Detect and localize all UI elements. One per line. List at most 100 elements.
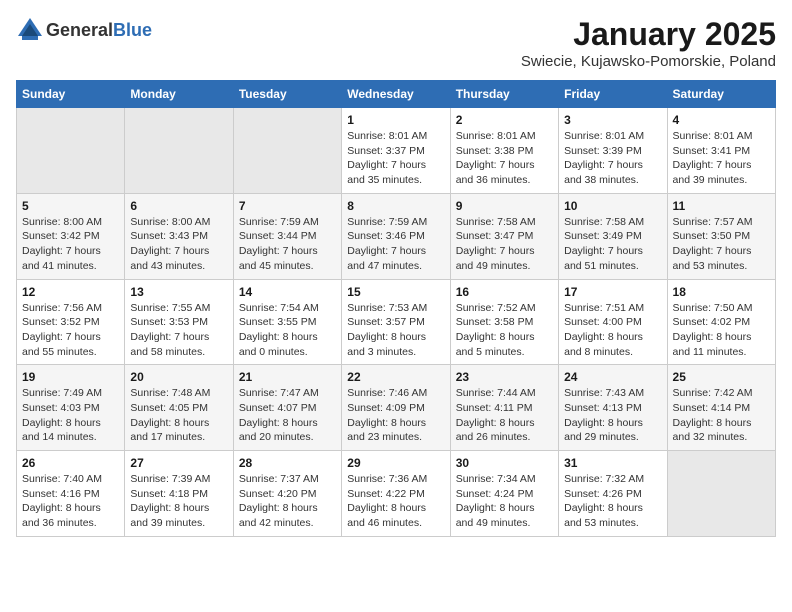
- day-number: 8: [347, 199, 444, 213]
- day-number: 1: [347, 113, 444, 127]
- day-info: Sunrise: 8:00 AMSunset: 3:43 PMDaylight:…: [130, 216, 210, 272]
- calendar-cell: [233, 108, 341, 194]
- day-info: Sunrise: 7:44 AMSunset: 4:11 PMDaylight:…: [456, 387, 536, 443]
- calendar-cell: [125, 108, 233, 194]
- day-info: Sunrise: 7:48 AMSunset: 4:05 PMDaylight:…: [130, 387, 210, 443]
- day-info: Sunrise: 7:55 AMSunset: 3:53 PMDaylight:…: [130, 302, 210, 358]
- calendar-cell: 3 Sunrise: 8:01 AMSunset: 3:39 PMDayligh…: [559, 108, 667, 194]
- day-number: 16: [456, 285, 553, 299]
- day-number: 19: [22, 370, 119, 384]
- day-info: Sunrise: 7:36 AMSunset: 4:22 PMDaylight:…: [347, 473, 427, 529]
- calendar-cell: 19 Sunrise: 7:49 AMSunset: 4:03 PMDaylig…: [17, 365, 125, 451]
- day-number: 14: [239, 285, 336, 299]
- calendar-cell: 9 Sunrise: 7:58 AMSunset: 3:47 PMDayligh…: [450, 193, 558, 279]
- day-info: Sunrise: 7:56 AMSunset: 3:52 PMDaylight:…: [22, 302, 102, 358]
- calendar-cell: [17, 108, 125, 194]
- day-info: Sunrise: 7:49 AMSunset: 4:03 PMDaylight:…: [22, 387, 102, 443]
- day-number: 29: [347, 456, 444, 470]
- day-number: 5: [22, 199, 119, 213]
- weekday-header-saturday: Saturday: [667, 81, 775, 108]
- day-number: 26: [22, 456, 119, 470]
- day-number: 6: [130, 199, 227, 213]
- day-info: Sunrise: 7:59 AMSunset: 3:46 PMDaylight:…: [347, 216, 427, 272]
- day-number: 30: [456, 456, 553, 470]
- day-info: Sunrise: 8:01 AMSunset: 3:38 PMDaylight:…: [456, 130, 536, 186]
- day-number: 18: [673, 285, 770, 299]
- day-info: Sunrise: 7:53 AMSunset: 3:57 PMDaylight:…: [347, 302, 427, 358]
- day-number: 20: [130, 370, 227, 384]
- day-number: 9: [456, 199, 553, 213]
- calendar-cell: 16 Sunrise: 7:52 AMSunset: 3:58 PMDaylig…: [450, 279, 558, 365]
- page-header: GeneralBlue January 2025 Swiecie, Kujaws…: [16, 16, 776, 70]
- calendar-cell: 7 Sunrise: 7:59 AMSunset: 3:44 PMDayligh…: [233, 193, 341, 279]
- day-info: Sunrise: 7:52 AMSunset: 3:58 PMDaylight:…: [456, 302, 536, 358]
- day-info: Sunrise: 7:58 AMSunset: 3:49 PMDaylight:…: [564, 216, 644, 272]
- day-number: 10: [564, 199, 661, 213]
- calendar-cell: [667, 451, 775, 537]
- day-number: 25: [673, 370, 770, 384]
- day-info: Sunrise: 7:34 AMSunset: 4:24 PMDaylight:…: [456, 473, 536, 529]
- day-info: Sunrise: 7:47 AMSunset: 4:07 PMDaylight:…: [239, 387, 319, 443]
- logo-text: GeneralBlue: [46, 20, 152, 41]
- day-info: Sunrise: 7:42 AMSunset: 4:14 PMDaylight:…: [673, 387, 753, 443]
- day-number: 23: [456, 370, 553, 384]
- day-number: 24: [564, 370, 661, 384]
- calendar-cell: 14 Sunrise: 7:54 AMSunset: 3:55 PMDaylig…: [233, 279, 341, 365]
- day-info: Sunrise: 7:54 AMSunset: 3:55 PMDaylight:…: [239, 302, 319, 358]
- day-number: 15: [347, 285, 444, 299]
- calendar-week-5: 26 Sunrise: 7:40 AMSunset: 4:16 PMDaylig…: [17, 451, 776, 537]
- day-number: 7: [239, 199, 336, 213]
- calendar-cell: 30 Sunrise: 7:34 AMSunset: 4:24 PMDaylig…: [450, 451, 558, 537]
- calendar-cell: 21 Sunrise: 7:47 AMSunset: 4:07 PMDaylig…: [233, 365, 341, 451]
- day-info: Sunrise: 7:39 AMSunset: 4:18 PMDaylight:…: [130, 473, 210, 529]
- day-info: Sunrise: 8:00 AMSunset: 3:42 PMDaylight:…: [22, 216, 102, 272]
- calendar-week-1: 1 Sunrise: 8:01 AMSunset: 3:37 PMDayligh…: [17, 108, 776, 194]
- calendar-cell: 12 Sunrise: 7:56 AMSunset: 3:52 PMDaylig…: [17, 279, 125, 365]
- weekday-header-wednesday: Wednesday: [342, 81, 450, 108]
- day-info: Sunrise: 7:59 AMSunset: 3:44 PMDaylight:…: [239, 216, 319, 272]
- calendar-cell: 13 Sunrise: 7:55 AMSunset: 3:53 PMDaylig…: [125, 279, 233, 365]
- logo: GeneralBlue: [16, 16, 152, 44]
- day-info: Sunrise: 7:57 AMSunset: 3:50 PMDaylight:…: [673, 216, 753, 272]
- day-info: Sunrise: 7:43 AMSunset: 4:13 PMDaylight:…: [564, 387, 644, 443]
- calendar-cell: 5 Sunrise: 8:00 AMSunset: 3:42 PMDayligh…: [17, 193, 125, 279]
- day-number: 12: [22, 285, 119, 299]
- weekday-header-sunday: Sunday: [17, 81, 125, 108]
- day-info: Sunrise: 7:37 AMSunset: 4:20 PMDaylight:…: [239, 473, 319, 529]
- calendar-subtitle: Swiecie, Kujawsko-Pomorskie, Poland: [521, 53, 776, 70]
- day-number: 3: [564, 113, 661, 127]
- calendar-cell: 4 Sunrise: 8:01 AMSunset: 3:41 PMDayligh…: [667, 108, 775, 194]
- calendar-cell: 18 Sunrise: 7:50 AMSunset: 4:02 PMDaylig…: [667, 279, 775, 365]
- calendar-cell: 10 Sunrise: 7:58 AMSunset: 3:49 PMDaylig…: [559, 193, 667, 279]
- calendar-cell: 1 Sunrise: 8:01 AMSunset: 3:37 PMDayligh…: [342, 108, 450, 194]
- day-number: 4: [673, 113, 770, 127]
- day-info: Sunrise: 8:01 AMSunset: 3:39 PMDaylight:…: [564, 130, 644, 186]
- calendar-cell: 8 Sunrise: 7:59 AMSunset: 3:46 PMDayligh…: [342, 193, 450, 279]
- calendar-cell: 31 Sunrise: 7:32 AMSunset: 4:26 PMDaylig…: [559, 451, 667, 537]
- calendar-cell: 2 Sunrise: 8:01 AMSunset: 3:38 PMDayligh…: [450, 108, 558, 194]
- calendar-title: January 2025: [521, 16, 776, 53]
- calendar-cell: 26 Sunrise: 7:40 AMSunset: 4:16 PMDaylig…: [17, 451, 125, 537]
- calendar-cell: 17 Sunrise: 7:51 AMSunset: 4:00 PMDaylig…: [559, 279, 667, 365]
- calendar-cell: 6 Sunrise: 8:00 AMSunset: 3:43 PMDayligh…: [125, 193, 233, 279]
- calendar-cell: 27 Sunrise: 7:39 AMSunset: 4:18 PMDaylig…: [125, 451, 233, 537]
- day-number: 27: [130, 456, 227, 470]
- weekday-header-friday: Friday: [559, 81, 667, 108]
- calendar-cell: 29 Sunrise: 7:36 AMSunset: 4:22 PMDaylig…: [342, 451, 450, 537]
- calendar-cell: 28 Sunrise: 7:37 AMSunset: 4:20 PMDaylig…: [233, 451, 341, 537]
- calendar-cell: 11 Sunrise: 7:57 AMSunset: 3:50 PMDaylig…: [667, 193, 775, 279]
- day-number: 13: [130, 285, 227, 299]
- day-info: Sunrise: 7:40 AMSunset: 4:16 PMDaylight:…: [22, 473, 102, 529]
- day-number: 17: [564, 285, 661, 299]
- calendar-week-4: 19 Sunrise: 7:49 AMSunset: 4:03 PMDaylig…: [17, 365, 776, 451]
- day-info: Sunrise: 7:32 AMSunset: 4:26 PMDaylight:…: [564, 473, 644, 529]
- calendar-cell: 20 Sunrise: 7:48 AMSunset: 4:05 PMDaylig…: [125, 365, 233, 451]
- day-info: Sunrise: 7:51 AMSunset: 4:00 PMDaylight:…: [564, 302, 644, 358]
- title-block: January 2025 Swiecie, Kujawsko-Pomorskie…: [521, 16, 776, 70]
- day-number: 2: [456, 113, 553, 127]
- day-number: 11: [673, 199, 770, 213]
- calendar-header: SundayMondayTuesdayWednesdayThursdayFrid…: [17, 81, 776, 108]
- day-number: 22: [347, 370, 444, 384]
- calendar-cell: 22 Sunrise: 7:46 AMSunset: 4:09 PMDaylig…: [342, 365, 450, 451]
- day-info: Sunrise: 7:50 AMSunset: 4:02 PMDaylight:…: [673, 302, 753, 358]
